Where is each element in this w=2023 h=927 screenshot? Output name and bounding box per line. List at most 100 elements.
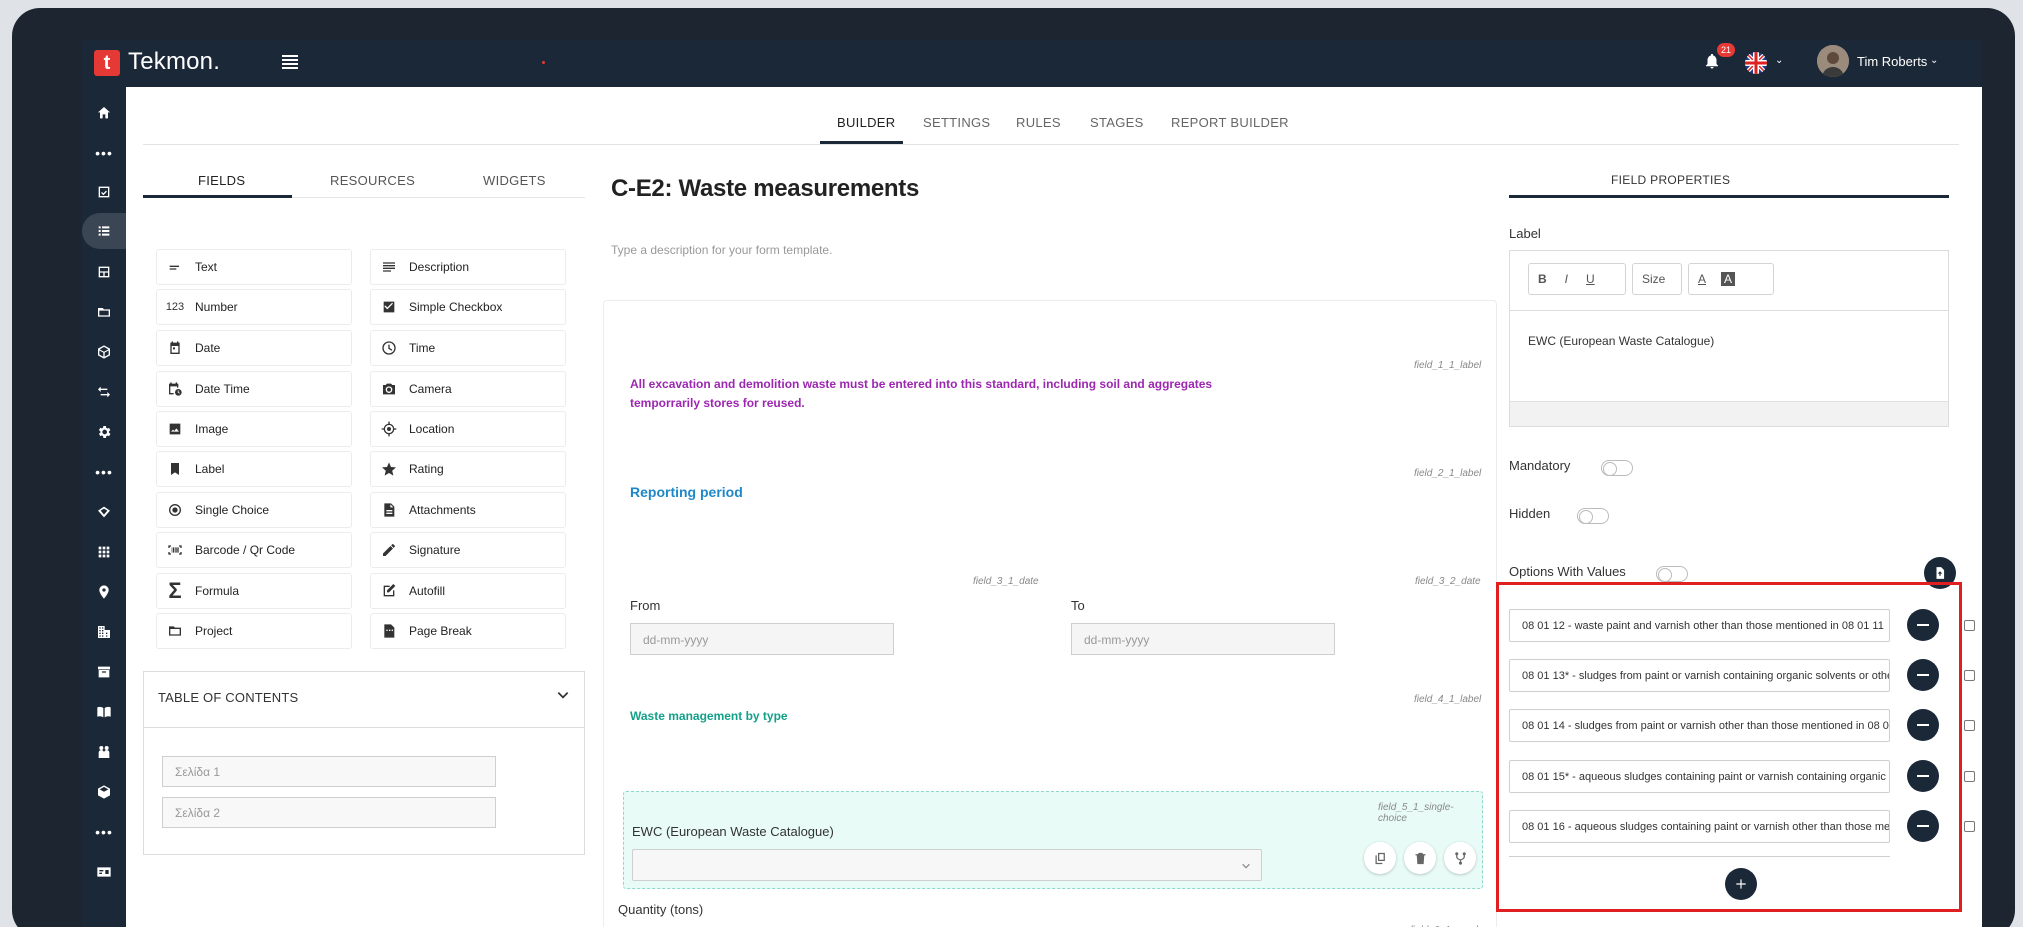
user-menu-chevron-icon[interactable]: ⌄ <box>1930 55 1938 66</box>
field-type-autofill[interactable]: Autofill <box>370 573 566 609</box>
field-type-location[interactable]: Location <box>370 411 566 447</box>
delete-field-button[interactable] <box>1404 842 1436 874</box>
label-value[interactable]: EWC (European Waste Catalogue) <box>1528 334 1714 348</box>
more-icon-3[interactable]: ••• <box>82 814 126 850</box>
field-type-camera[interactable]: Camera <box>370 371 566 407</box>
hidden-toggle[interactable] <box>1577 508 1609 524</box>
tab-settings[interactable]: SETTINGS <box>923 115 990 130</box>
form-title[interactable]: C-E2: Waste measurements <box>611 175 919 203</box>
brand-name[interactable]: Tekmon. <box>128 48 220 76</box>
layout-icon[interactable] <box>82 254 126 290</box>
editor-resize-bar[interactable] <box>1510 401 1948 426</box>
tab-stages[interactable]: STAGES <box>1090 115 1144 130</box>
language-chevron-icon[interactable]: ⌄ <box>1775 55 1783 66</box>
mandatory-toggle[interactable] <box>1601 460 1633 476</box>
chevron-down-icon[interactable] <box>556 688 570 702</box>
remove-option-button[interactable] <box>1907 760 1939 792</box>
background-color-button[interactable]: A <box>1721 272 1736 286</box>
option-checkbox[interactable] <box>1964 821 1975 832</box>
remove-option-button[interactable] <box>1907 810 1939 842</box>
field-type-formula[interactable]: Σ Formula <box>156 573 352 609</box>
option-input[interactable]: 08 01 15* - aqueous sludges containing p… <box>1509 760 1890 793</box>
field-type-barcode[interactable]: Barcode / Qr Code <box>156 532 352 568</box>
instruction-label[interactable]: All excavation and demolition waste must… <box>630 375 1230 413</box>
branch-field-button[interactable] <box>1444 842 1476 874</box>
label-rich-text-editor[interactable]: B I U Size A A EWC (European Waste Catal… <box>1509 250 1949 427</box>
field-type-simple-checkbox[interactable]: Simple Checkbox <box>370 289 566 325</box>
form-description-input[interactable]: Type a description for your form templat… <box>611 243 832 257</box>
italic-button[interactable]: I <box>1556 272 1577 286</box>
users-icon[interactable] <box>82 734 126 770</box>
building-icon[interactable] <box>82 614 126 650</box>
option-input[interactable]: 08 01 13* - sludges from paint or varnis… <box>1509 659 1890 692</box>
field-type-text[interactable]: Text <box>156 249 352 285</box>
option-checkbox[interactable] <box>1964 670 1975 681</box>
tab-report-builder[interactable]: REPORT BUILDER <box>1171 115 1289 130</box>
bold-button[interactable]: B <box>1529 272 1556 286</box>
tab-resources[interactable]: RESOURCES <box>330 173 415 188</box>
to-date-input[interactable]: dd-mm-yyyy <box>1071 623 1335 655</box>
option-checkbox[interactable] <box>1964 771 1975 782</box>
hamburger-menu-icon[interactable] <box>282 53 298 69</box>
book-icon[interactable] <box>82 694 126 730</box>
user-name[interactable]: Tim Roberts <box>1857 54 1927 69</box>
diamond-icon[interactable] <box>82 494 126 530</box>
field-type-rating[interactable]: Rating <box>370 451 566 487</box>
size-dropdown[interactable]: Size <box>1632 263 1682 295</box>
field-type-page-break[interactable]: Page Break <box>370 613 566 649</box>
field-type-description[interactable]: Description <box>370 249 566 285</box>
options-with-values-toggle[interactable] <box>1656 566 1688 582</box>
field-type-signature[interactable]: Signature <box>370 532 566 568</box>
field-type-time[interactable]: Time <box>370 330 566 366</box>
tab-fields[interactable]: FIELDS <box>198 173 245 188</box>
add-option-button[interactable] <box>1725 868 1757 900</box>
underline-button[interactable]: U <box>1577 272 1604 286</box>
tab-widgets[interactable]: WIDGETS <box>483 173 546 188</box>
single-choice-select[interactable] <box>632 849 1262 881</box>
forms-list-icon[interactable] <box>82 213 126 249</box>
remove-option-button[interactable] <box>1907 609 1939 641</box>
home-icon[interactable] <box>82 95 126 131</box>
id-card-icon[interactable] <box>82 854 126 890</box>
field-type-image[interactable]: Image <box>156 411 352 447</box>
gear-icon[interactable] <box>82 414 126 450</box>
toc-page-1[interactable]: Σελίδα 1 <box>162 756 496 787</box>
option-input[interactable]: 08 01 16 - aqueous sludges containing pa… <box>1509 810 1890 843</box>
tab-builder[interactable]: BUILDER <box>837 115 895 130</box>
archive-icon[interactable] <box>82 654 126 690</box>
import-options-button[interactable] <box>1924 557 1956 589</box>
uk-flag-icon[interactable] <box>1745 52 1767 74</box>
duplicate-field-button[interactable] <box>1364 842 1396 874</box>
waste-management-label[interactable]: Waste management by type <box>630 709 788 723</box>
field-type-attachments[interactable]: Attachments <box>370 492 566 528</box>
tekmon-logo-icon[interactable]: t <box>94 50 120 76</box>
folder-icon[interactable] <box>82 294 126 330</box>
field-type-project[interactable]: Project <box>156 613 352 649</box>
checklist-icon[interactable] <box>82 174 126 210</box>
grid-icon[interactable] <box>82 534 126 570</box>
field-type-date-time[interactable]: Date Time <box>156 371 352 407</box>
single-choice-field[interactable]: field_5_1_single-choice EWC (European Wa… <box>623 791 1483 889</box>
cube-icon[interactable] <box>82 334 126 370</box>
remove-option-button[interactable] <box>1907 709 1939 741</box>
option-input[interactable]: 08 01 14 - sludges from paint or varnish… <box>1509 709 1890 742</box>
option-checkbox[interactable] <box>1964 620 1975 631</box>
field-type-date[interactable]: Date <box>156 330 352 366</box>
map-pin-icon[interactable] <box>82 574 126 610</box>
more-icon[interactable]: ••• <box>82 135 126 171</box>
more-icon-2[interactable]: ••• <box>82 454 126 490</box>
field-type-single-choice[interactable]: Single Choice <box>156 492 352 528</box>
toc-page-2[interactable]: Σελίδα 2 <box>162 797 496 828</box>
tab-rules[interactable]: RULES <box>1016 115 1061 130</box>
user-avatar[interactable] <box>1817 45 1849 77</box>
font-color-button[interactable]: A <box>1689 272 1715 286</box>
swap-icon[interactable] <box>82 374 126 410</box>
option-checkbox[interactable] <box>1964 720 1975 731</box>
reporting-period-label[interactable]: Reporting period <box>630 484 743 500</box>
option-input[interactable]: 08 01 12 - waste paint and varnish other… <box>1509 609 1890 642</box>
package-icon[interactable] <box>82 774 126 810</box>
from-date-input[interactable]: dd-mm-yyyy <box>630 623 894 655</box>
field-type-label-item[interactable]: Label <box>156 451 352 487</box>
field-type-number[interactable]: 123 Number <box>156 289 352 325</box>
remove-option-button[interactable] <box>1907 659 1939 691</box>
